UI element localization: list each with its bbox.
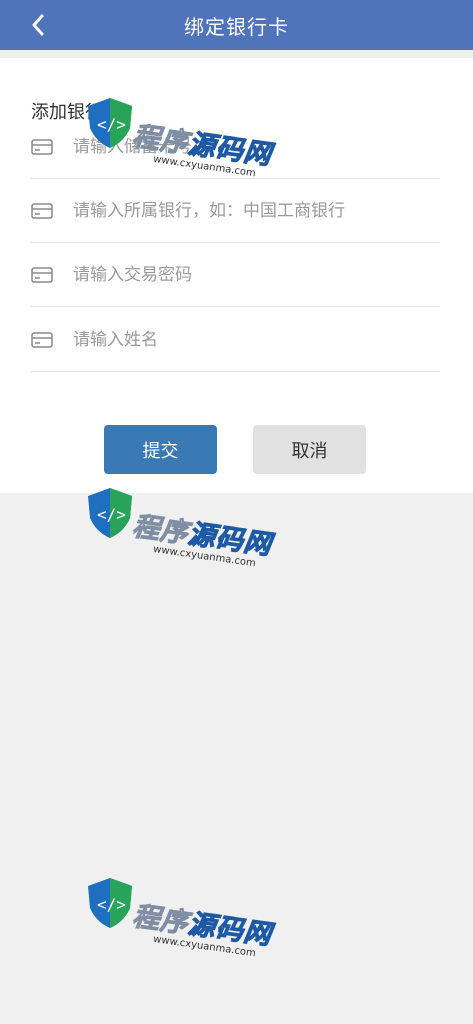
card-icon bbox=[31, 331, 53, 348]
watermark: </> 程序源码网 www.cxyuanma.com bbox=[84, 476, 294, 576]
app-header: 绑定银行卡 bbox=[0, 0, 473, 50]
bank-name-row bbox=[31, 179, 440, 243]
svg-text:</>: </> bbox=[97, 505, 126, 524]
svg-text:</>: </> bbox=[97, 115, 126, 134]
trade-password-row bbox=[31, 243, 440, 307]
trade-password-input[interactable] bbox=[73, 254, 433, 295]
shield-logo-icon: </> bbox=[88, 488, 132, 538]
name-input[interactable] bbox=[73, 319, 433, 360]
card-icon bbox=[31, 202, 53, 219]
name-row bbox=[31, 308, 440, 372]
bank-name-input[interactable] bbox=[73, 190, 433, 231]
shield-logo-icon: </> bbox=[88, 98, 132, 148]
back-button[interactable] bbox=[22, 9, 54, 41]
card-icon bbox=[31, 138, 53, 155]
watermark: </> 程序源码网 www.cxyuanma.com bbox=[84, 866, 294, 966]
watermark: </> 程序源码网 www.cxyuanma.com bbox=[84, 86, 294, 186]
submit-button[interactable]: 提交 bbox=[104, 425, 217, 474]
page-title: 绑定银行卡 bbox=[184, 14, 289, 39]
shield-logo-icon: </> bbox=[88, 878, 132, 928]
svg-text:</>: </> bbox=[97, 895, 126, 914]
chevron-left-icon bbox=[32, 14, 44, 36]
cancel-button[interactable]: 取消 bbox=[253, 425, 366, 474]
card-icon bbox=[31, 266, 53, 283]
